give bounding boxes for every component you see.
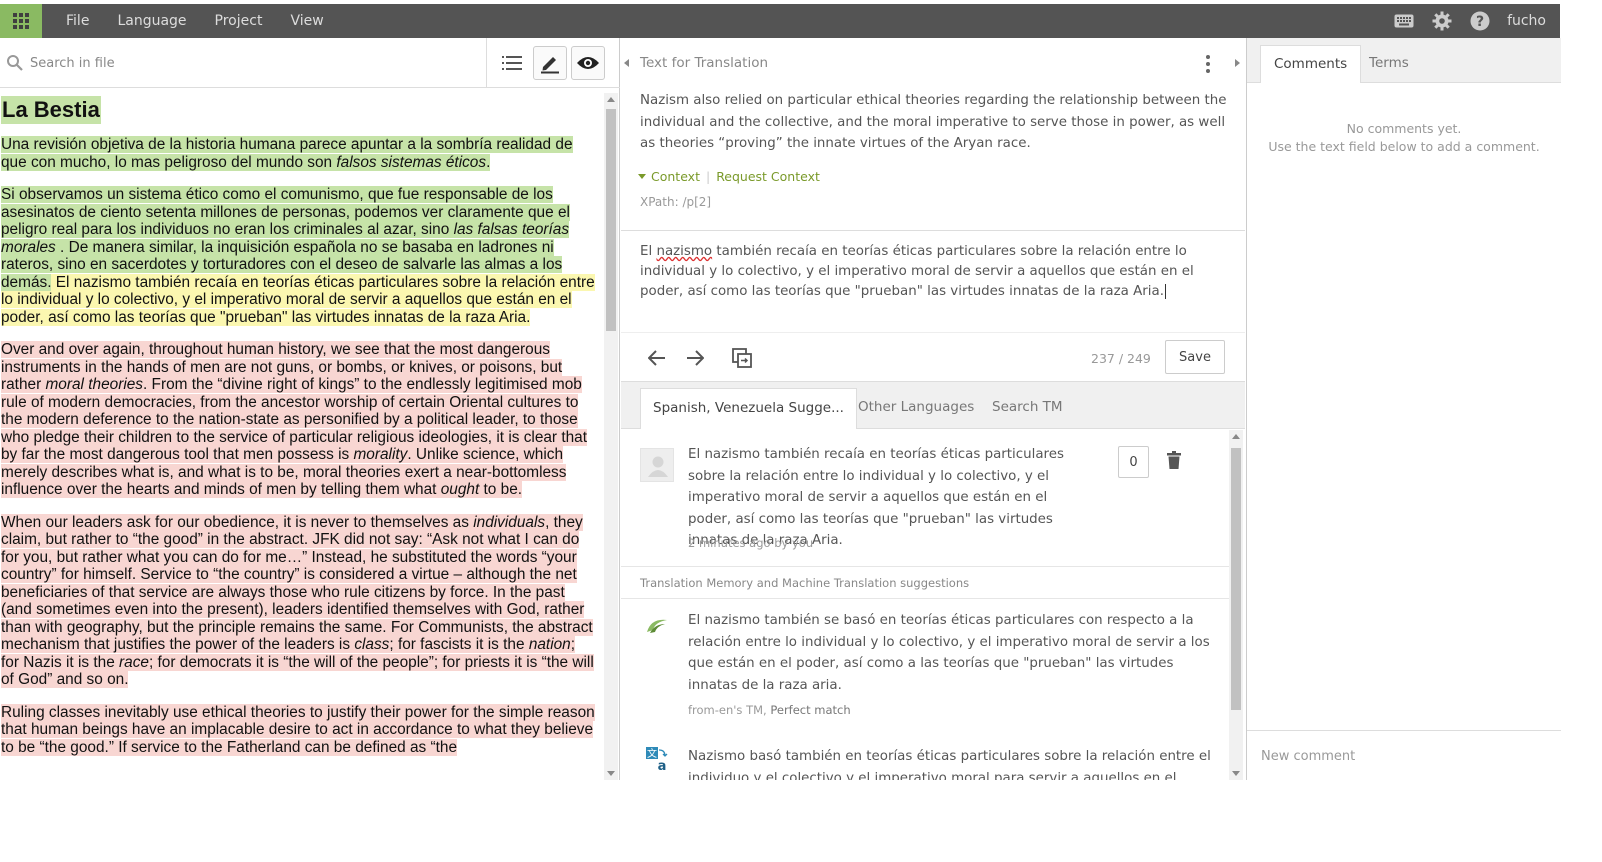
source-text: Nazism also relied on particular ethical… [640, 93, 1227, 151]
context-links: Context | Request Context [638, 169, 820, 184]
tm-suggestion-meta: from-en's TM, Perfect match [688, 703, 851, 717]
apps-grid-icon [13, 13, 29, 29]
preview-mode-button[interactable] [571, 46, 605, 80]
tab-search-tm[interactable]: Search TM [980, 388, 1075, 429]
paragraph-5: Ruling classes inevitably use ethical th… [1, 703, 603, 757]
suggestion-list: El nazismo también recaía en teorías éti… [621, 430, 1229, 780]
caret-down-icon [638, 174, 646, 179]
segment-translated[interactable]: Una revisión objetiva de la historia hum… [1, 136, 573, 171]
segment-untranslated[interactable]: When our leaders ask for our obedience, … [1, 513, 594, 688]
translation-editor-pane: Text for Translation Nazism also relied … [621, 38, 1245, 780]
segment-current[interactable]: El nazismo también recaía en teorías éti… [1, 273, 595, 326]
vote-count-button[interactable]: 0 [1118, 446, 1149, 478]
trash-icon[interactable] [1167, 451, 1181, 473]
user-icon [648, 456, 668, 477]
top-menu-bar: File Language Project View ? fucho [0, 4, 1560, 38]
tab-comments[interactable]: Comments [1260, 45, 1362, 83]
context-toggle[interactable]: Context [651, 169, 700, 184]
suggestions-scrollbar[interactable] [1229, 430, 1243, 780]
collapse-right-arrow-icon[interactable] [1235, 59, 1240, 67]
translation-memory-icon [645, 616, 669, 640]
tab-other-languages[interactable]: Other Languages [846, 388, 986, 429]
empty-comments-message: No comments yet. Use the text field belo… [1268, 121, 1540, 154]
pencil-icon [541, 57, 559, 74]
username[interactable]: fucho [1507, 13, 1546, 29]
document-scrollbar[interactable] [604, 93, 618, 780]
comments-tabs: Comments Terms [1247, 38, 1561, 83]
previous-arrow-icon[interactable] [645, 346, 669, 370]
file-search-bar [0, 38, 620, 88]
segment-counter: 237 / 249 [1091, 351, 1151, 366]
paragraph-1: Una revisión objetiva de la historia hum… [1, 136, 603, 171]
svg-text:a: a [658, 759, 667, 772]
machine-translation-icon: 文a [645, 746, 669, 776]
request-context-link[interactable]: Request Context [716, 169, 820, 184]
menu-language[interactable]: Language [117, 13, 186, 29]
apps-grid-button[interactable] [0, 4, 42, 38]
segment-untranslated[interactable]: Ruling classes inevitably use ethical th… [1, 703, 595, 756]
svg-text:?: ? [1476, 14, 1484, 30]
new-comment-box [1247, 730, 1561, 780]
main-menu: File Language Project View [52, 4, 338, 38]
scroll-up-arrow-icon[interactable] [607, 97, 615, 102]
scroll-up-arrow-icon[interactable] [1232, 434, 1240, 439]
document-title[interactable]: La Bestia [1, 96, 101, 124]
edit-mode-button[interactable] [533, 46, 567, 80]
new-comment-input[interactable] [1261, 745, 1541, 767]
list-icon [502, 56, 522, 70]
xpath-label: XPath: /p[2] [640, 195, 712, 209]
source-document: La Bestia Una revisión objetiva de la hi… [0, 93, 603, 780]
tab-terms[interactable]: Terms [1356, 45, 1422, 83]
scroll-down-arrow-icon[interactable] [1232, 771, 1240, 776]
copy-source-icon[interactable] [730, 346, 754, 370]
scrollbar-thumb[interactable] [606, 109, 616, 331]
paragraph-4: When our leaders ask for our obedience, … [1, 513, 603, 689]
comments-pane: Comments Terms No comments yet. Use the … [1246, 38, 1561, 780]
keyboard-icon[interactable] [1393, 10, 1415, 32]
help-icon[interactable]: ? [1469, 10, 1491, 32]
gear-icon[interactable] [1431, 10, 1453, 32]
next-arrow-icon[interactable] [683, 346, 707, 370]
svg-text:文: 文 [647, 747, 657, 760]
user-suggestion-meta: 2 minutes ago by you [688, 536, 814, 550]
suggestion-tabs: Spanish, Venezuela Sugge... Other Langua… [621, 382, 1245, 429]
tab-spanish-suggestions[interactable]: Spanish, Venezuela Sugge... [640, 388, 857, 429]
editor-header: Text for Translation [640, 55, 769, 71]
menu-file[interactable]: File [66, 13, 89, 29]
menu-project[interactable]: Project [215, 13, 263, 29]
mt-suggestion-text[interactable]: Nazismo basó también en teorías éticas p… [688, 746, 1213, 780]
list-view-button[interactable] [495, 46, 529, 80]
top-right-actions: ? fucho [1393, 4, 1546, 38]
tm-suggestion-text[interactable]: El nazismo también se basó en teorías ét… [688, 610, 1213, 696]
tm-section-header: Translation Memory and Machine Translati… [621, 566, 1229, 599]
paragraph-3: Over and over again, throughout human hi… [1, 341, 603, 499]
view-mode-buttons [486, 38, 605, 88]
search-icon [6, 54, 24, 76]
scroll-down-arrow-icon[interactable] [607, 771, 615, 776]
paragraph-2: Si observamos un sistema ético como el c… [1, 186, 603, 326]
collapse-left-arrow-icon[interactable] [624, 59, 629, 67]
more-options-icon[interactable] [1203, 55, 1213, 73]
spelling-error[interactable]: nazismo [656, 244, 712, 259]
menu-view[interactable]: View [290, 13, 323, 29]
scrollbar-thumb[interactable] [1231, 448, 1241, 710]
segment-untranslated[interactable]: Over and over again, throughout human hi… [1, 341, 588, 498]
save-button[interactable]: Save [1165, 340, 1225, 374]
avatar [640, 448, 674, 482]
eye-icon [577, 57, 599, 69]
source-document-pane: La Bestia Una revisión objetiva de la hi… [0, 38, 620, 780]
search-input[interactable] [30, 52, 470, 74]
editor-toolbar: 237 / 249 Save [621, 332, 1245, 382]
translation-textarea[interactable]: El nazismo también recaía en teorías éti… [640, 242, 1230, 302]
